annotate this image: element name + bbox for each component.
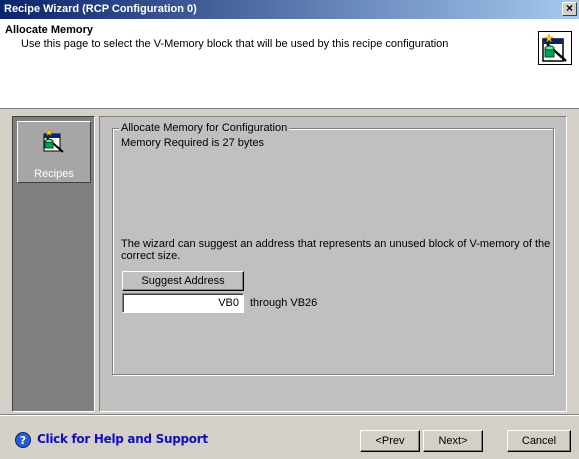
cancel-button[interactable]: Cancel — [507, 430, 571, 452]
page-title: Allocate Memory — [5, 24, 94, 36]
help-icon: ? — [15, 432, 31, 448]
sidebar-item-label: Recipes — [34, 168, 74, 180]
address-input[interactable] — [122, 293, 244, 313]
allocate-memory-group: Allocate Memory for Configuration Memory… — [112, 122, 554, 375]
suggest-description: The wizard can suggest an address that r… — [121, 238, 551, 262]
suggest-address-button[interactable]: Suggest Address — [122, 271, 244, 291]
memory-required-text: Memory Required is 27 bytes — [121, 137, 265, 149]
next-button[interactable]: Next> — [423, 430, 483, 452]
content-panel: Allocate Memory for Configuration Memory… — [99, 116, 567, 412]
help-link-text[interactable]: Click for Help and Support — [37, 432, 208, 446]
svg-text:?: ? — [20, 434, 26, 447]
page-description: Use this page to select the V-Memory blo… — [21, 38, 449, 50]
footer-divider — [0, 414, 579, 416]
wizard-header: Allocate Memory Use this page to select … — [0, 19, 579, 109]
address-range-end: through VB26 — [250, 297, 318, 309]
wizard-sidebar: Recipes — [12, 116, 95, 412]
window-titlebar: Recipe Wizard (RCP Configuration 0) × — [0, 0, 579, 19]
close-icon: × — [565, 1, 573, 15]
sidebar-item-recipes[interactable]: Recipes — [17, 121, 91, 183]
close-button[interactable]: × — [562, 2, 577, 16]
prev-button[interactable]: <Prev — [360, 430, 420, 452]
recipe-wizard-icon — [538, 31, 572, 65]
window-title: Recipe Wizard (RCP Configuration 0) — [4, 3, 197, 15]
recipe-icon — [41, 128, 67, 154]
group-title: Allocate Memory for Configuration — [119, 122, 290, 134]
